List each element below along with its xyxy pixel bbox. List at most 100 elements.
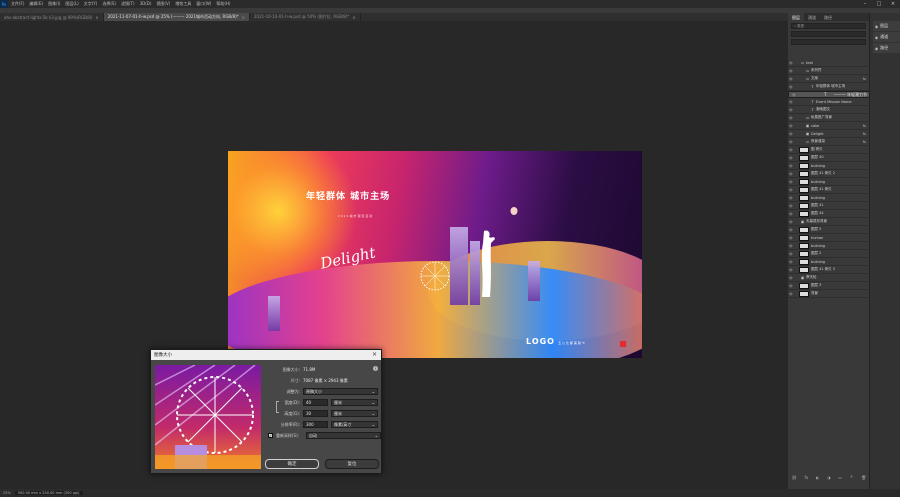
adjustment-icon[interactable]: ◑: [827, 475, 831, 480]
layer-row[interactable]: 👁 building: [788, 178, 870, 186]
close-icon[interactable]: ×: [886, 0, 900, 8]
fx-icon[interactable]: fx: [863, 132, 866, 136]
fx-icon[interactable]: fx: [804, 475, 808, 480]
layer-row[interactable]: 👁 背景: [788, 290, 870, 298]
menu-item[interactable]: 滤镜(T): [121, 1, 135, 7]
layer-row[interactable]: 👁 图层 3: [788, 282, 870, 290]
blend-mode-select[interactable]: [791, 31, 866, 37]
lock-row[interactable]: [791, 39, 866, 45]
zoom-level[interactable]: 25%: [3, 491, 11, 495]
minimize-icon[interactable]: –: [858, 0, 872, 8]
eye-icon[interactable]: 👁: [788, 252, 794, 256]
panel-tab[interactable]: 通道: [804, 13, 820, 21]
layer-search-input[interactable]: ⌕ 类型: [791, 23, 866, 29]
maximize-icon[interactable]: □: [872, 0, 886, 8]
close-icon[interactable]: ×: [95, 15, 98, 20]
layer-row[interactable]: 👁 human: [788, 234, 870, 242]
resolution-unit-select[interactable]: 像素/英寸 ⌄: [331, 421, 378, 428]
eye-icon[interactable]: 👁: [788, 196, 794, 200]
reset-button[interactable]: 复位: [325, 459, 379, 469]
layer-row[interactable]: 👁 图层 40: [788, 154, 870, 162]
layer-row[interactable]: 👁 ▣ 天幕弧形背景: [788, 218, 870, 226]
layer-row[interactable]: 👁 T 潮地图文: [788, 106, 870, 114]
layer-row[interactable]: 👁 T Event Mission Name: [788, 98, 870, 106]
ok-button[interactable]: 确定: [265, 459, 319, 469]
eye-icon[interactable]: 👁: [788, 85, 794, 89]
eye-icon[interactable]: 👁: [788, 244, 794, 248]
layer-row[interactable]: 👁 ▣ 摩天轮: [788, 274, 870, 282]
dock-button[interactable]: ◈ 通道: [873, 32, 900, 42]
eye-icon[interactable]: 👁: [788, 268, 794, 272]
eye-icon[interactable]: 👁: [788, 156, 794, 160]
link-icon[interactable]: ⛓: [792, 475, 797, 480]
eye-icon[interactable]: 👁: [788, 61, 794, 65]
layer-row[interactable]: 👁 ▭ 私属推广背景: [788, 114, 870, 122]
layer-row[interactable]: 👁 图层 44: [788, 210, 870, 218]
layer-row[interactable]: 👁 图层 41 拷贝 2: [788, 170, 870, 178]
close-icon[interactable]: ×: [242, 15, 245, 20]
layer-row[interactable]: 👁 图层 41 拷贝: [788, 186, 870, 194]
menu-item[interactable]: 图层(L): [65, 1, 78, 7]
layer-row[interactable]: 👁 ▭ 夜景渲染 fx: [788, 138, 870, 146]
document-canvas[interactable]: 年轻群体 城市主场 2 0 2 1 城 市 潮 流 活 动 Delight LO…: [228, 151, 642, 358]
image-preview[interactable]: [155, 365, 261, 469]
layer-row[interactable]: 👁 T 年轻群体 城市主场: [788, 83, 870, 91]
height-input[interactable]: 30: [303, 410, 328, 417]
document-tab[interactable]: 2021-10-10-01-h-w.psd @ 50% (图片拉, RGB/8)…: [250, 13, 361, 21]
eye-icon[interactable]: 👁: [788, 108, 794, 112]
mask-icon[interactable]: ◐: [816, 475, 820, 480]
eye-icon[interactable]: 👁: [791, 93, 797, 97]
menu-item[interactable]: 编辑(E): [29, 1, 43, 7]
resample-select[interactable]: 自动 ⌄: [306, 432, 381, 439]
eye-icon[interactable]: 👁: [788, 77, 794, 81]
layer-row[interactable]: 👁 ▭ text: [788, 59, 870, 67]
document-tab[interactable]: ahs-abstract-lights-5k k3.jpg @ 99%(RGB/…: [0, 13, 104, 21]
eye-icon[interactable]: 👁: [788, 69, 794, 73]
resolution-input[interactable]: 300: [303, 421, 328, 428]
close-icon[interactable]: ×: [372, 351, 377, 358]
menu-item[interactable]: 选择(S): [102, 1, 116, 7]
eye-icon[interactable]: 👁: [788, 228, 794, 232]
menu-item[interactable]: 图像(I): [48, 1, 60, 7]
eye-icon[interactable]: 👁: [788, 148, 794, 152]
eye-icon[interactable]: 👁: [788, 292, 794, 296]
eye-icon[interactable]: 👁: [788, 276, 794, 280]
document-info[interactable]: 500.00 mm x 250.00 mm (300 ppi): [14, 491, 83, 495]
height-unit-select[interactable]: 厘米 ⌄: [331, 410, 378, 417]
eye-icon[interactable]: 👁: [788, 180, 794, 184]
eye-icon[interactable]: 👁: [788, 124, 794, 128]
menu-item[interactable]: 窗口(W): [196, 1, 211, 7]
dialog-title-bar[interactable]: 图像大小 ×: [151, 350, 381, 360]
layer-row[interactable]: 👁 图层 2: [788, 250, 870, 258]
eye-icon[interactable]: 👁: [788, 132, 794, 136]
layer-row[interactable]: 👁 building: [788, 242, 870, 250]
eye-icon[interactable]: 👁: [788, 212, 794, 216]
photoshop-logo-icon[interactable]: Ps: [0, 0, 8, 8]
layer-row[interactable]: 👁 图层 5: [788, 226, 870, 234]
eye-icon[interactable]: 👁: [788, 284, 794, 288]
dock-button[interactable]: ◈ 图层: [873, 21, 900, 31]
link-constraint-icon[interactable]: [276, 401, 279, 413]
menu-item[interactable]: 3D(D): [140, 1, 152, 7]
layer-row[interactable]: 👁 T ——— 年轻潮力节: [788, 91, 870, 98]
dock-button[interactable]: ◈ 路径: [873, 43, 900, 53]
eye-icon[interactable]: 👁: [788, 140, 794, 144]
close-icon[interactable]: ×: [352, 15, 355, 20]
trash-icon[interactable]: 🗑: [861, 475, 866, 480]
document-tab[interactable]: 2021-11-07-01-h-w.psd @ 25% (——— 2021城市活…: [103, 13, 250, 21]
layer-row[interactable]: 👁 图层 41: [788, 202, 870, 210]
eye-icon[interactable]: 👁: [788, 100, 794, 104]
eye-icon[interactable]: 👁: [788, 172, 794, 176]
menu-item[interactable]: 文字(Y): [84, 1, 98, 7]
new-layer-icon[interactable]: ＋: [849, 474, 853, 480]
fx-icon[interactable]: fx: [863, 140, 866, 144]
eye-icon[interactable]: 👁: [788, 236, 794, 240]
layer-row[interactable]: 👁 图 拷贝: [788, 146, 870, 154]
menu-item[interactable]: 视图(V): [156, 1, 170, 7]
layer-row[interactable]: 👁 ▣ cake fx: [788, 122, 870, 130]
layer-row[interactable]: 👁 ▣ Delight fx: [788, 130, 870, 138]
eye-icon[interactable]: 👁: [788, 260, 794, 264]
folder-icon[interactable]: ▭: [838, 475, 842, 480]
width-input[interactable]: 40: [303, 399, 328, 406]
menu-item[interactable]: 增效工具: [175, 1, 191, 7]
